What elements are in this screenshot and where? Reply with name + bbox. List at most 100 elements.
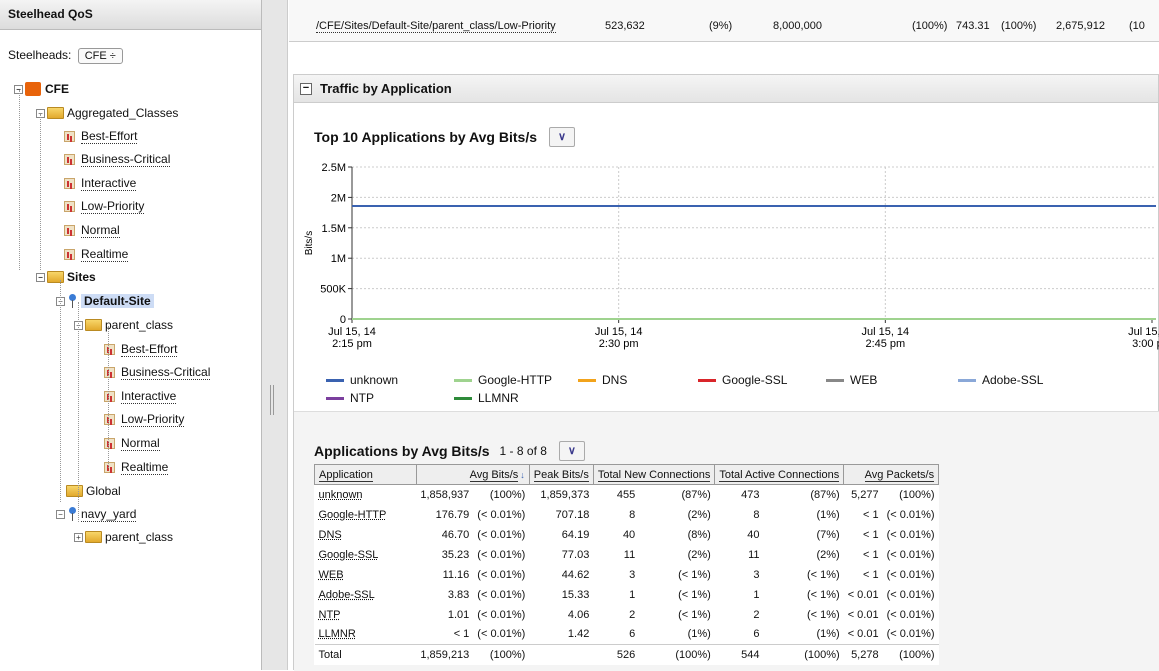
column-header[interactable]: Avg Bits/s ↓: [415, 464, 530, 485]
table-row: NTP 1.01 (< 0.01%) 4.06 2 (< 1%) 2 (< 1%) < 0.01…: [315, 605, 939, 625]
table-row: Google-SSL 35.23 (< 0.01%) 77.03 11 (2%) 11 (2%…: [315, 545, 939, 565]
app-name-link[interactable]: Adobe-SSL: [315, 585, 417, 605]
column-header-label: Avg Packets/s: [864, 468, 935, 482]
steelhead-dropdown[interactable]: CFE ÷: [77, 48, 123, 64]
total-cell: (100%): [763, 644, 844, 665]
total-cell: 5,278: [843, 644, 883, 665]
steelhead-selector: Steelheads: CFE ÷: [8, 48, 123, 64]
tree-leaf-interactive[interactable]: Interactive: [64, 174, 137, 192]
chart-title: Top 10 Applications by Avg Bits/s: [314, 129, 537, 145]
table-cell: 35.23: [441, 548, 470, 561]
summary-value: (10: [1129, 20, 1145, 32]
tree-node-global[interactable]: Global: [66, 482, 121, 500]
sort-down-icon[interactable]: ↓: [520, 470, 525, 480]
table-cell: 46.70: [441, 528, 470, 541]
expand-icon[interactable]: +: [74, 532, 83, 542]
tree-node-default-site[interactable]: − Default-Site: [56, 292, 154, 310]
tree-node-sites[interactable]: − Sites: [36, 268, 96, 286]
legend-item-llmnr[interactable]: LLMNR: [454, 391, 519, 405]
table-cell: 1.01: [447, 608, 470, 621]
class-icon: [104, 343, 115, 355]
app-name-link[interactable]: DNS: [315, 525, 417, 545]
legend-label: DNS: [602, 373, 628, 387]
column-header[interactable]: Peak Bits/s: [528, 464, 594, 485]
tree-leaf-site-interactive[interactable]: Interactive: [104, 387, 177, 405]
table-row: LLMNR < 1 (< 0.01%) 1.42 6 (1%) 6 (1%) < 0.01 (< …: [315, 625, 939, 645]
tree-leaf-normal[interactable]: Normal: [64, 221, 120, 239]
app-name-link[interactable]: NTP: [315, 605, 417, 625]
summary-value: 2,675,912: [1056, 20, 1105, 32]
total-cell: [529, 644, 594, 665]
table-cell: (7%): [816, 528, 840, 541]
table-cell: < 1: [862, 528, 879, 541]
collapse-icon[interactable]: −: [300, 82, 312, 95]
table-cell: 11: [748, 548, 760, 561]
tree-leaf-site-normal[interactable]: Normal: [104, 434, 160, 452]
legend-item-unknown[interactable]: unknown: [326, 373, 398, 387]
tree-leaf-best-effort[interactable]: Best-Effort: [64, 127, 138, 145]
table-cell: (< 0.01%): [886, 608, 935, 621]
summary-value: 743.31: [956, 20, 990, 32]
legend-item-ntp[interactable]: NTP: [326, 391, 374, 405]
app-name-link[interactable]: LLMNR: [315, 625, 417, 645]
table-cell: 15.33: [561, 588, 590, 601]
tree-node-parent-class[interactable]: − parent_class: [74, 316, 173, 334]
tree-leaf-realtime[interactable]: Realtime: [64, 245, 129, 263]
table-cell: (2%): [816, 548, 840, 561]
table-dropdown-button[interactable]: ∨: [558, 441, 585, 461]
class-icon: [64, 154, 75, 166]
table-cell: 2: [629, 608, 636, 621]
collapse-icon[interactable]: −: [56, 509, 65, 519]
tree-leaf-site-best-effort[interactable]: Best-Effort: [104, 340, 178, 358]
legend-item-dns[interactable]: DNS: [578, 373, 627, 387]
tree-leaf-site-realtime[interactable]: Realtime: [104, 458, 169, 476]
table-cell: (< 0.01%): [886, 548, 935, 561]
line-chart: 2.5M2M1.5M1M500K0Bits/sJul 15, 142:15 pm…: [304, 162, 1159, 350]
tree-leaf-low-priority[interactable]: Low-Priority: [64, 198, 145, 216]
app-name-link[interactable]: Google-HTTP: [315, 505, 417, 525]
table-cell: (100%): [489, 488, 526, 501]
legend-swatch: [826, 378, 844, 382]
legend-item-google-http[interactable]: Google-HTTP: [454, 373, 552, 387]
total-cell: (100%): [639, 644, 715, 665]
legend-item-adobe-ssl[interactable]: Adobe-SSL: [958, 373, 1043, 387]
tree-leaf-business-critical[interactable]: Business-Critical: [64, 151, 171, 169]
class-path-link[interactable]: /CFE/Sites/Default-Site/parent_class/Low…: [316, 20, 556, 33]
legend-item-web[interactable]: WEB: [826, 373, 877, 387]
app-name-link[interactable]: unknown: [315, 485, 417, 505]
tree-leaf-site-low-priority[interactable]: Low-Priority: [104, 411, 185, 429]
chart-dropdown-button[interactable]: ∨: [549, 127, 575, 147]
tree-node-navy-yard[interactable]: − navy_yard: [56, 505, 137, 523]
legend-label: Google-HTTP: [478, 373, 553, 387]
table-cell: (< 1%): [678, 588, 711, 601]
tree-node-aggregated-classes[interactable]: − Aggregated_Classes: [36, 104, 178, 122]
tree-leaf-site-business-critical[interactable]: Business-Critical: [104, 364, 211, 382]
table-cell: (< 0.01%): [886, 588, 935, 601]
total-cell: 544: [714, 644, 764, 665]
x-tick-label: 3:00 pm: [1132, 338, 1159, 350]
y-tick-label: 1.5M: [322, 223, 346, 235]
legend-label: LLMNR: [478, 391, 519, 405]
collapse-icon[interactable]: −: [36, 272, 45, 282]
y-tick-label: 0: [340, 314, 346, 326]
tree-node-cfe[interactable]: − CFE: [14, 80, 69, 98]
table-cell: (< 0.01%): [886, 628, 935, 641]
app-name-link[interactable]: Google-SSL: [315, 545, 417, 565]
legend-item-google-ssl[interactable]: Google-SSL: [698, 373, 787, 387]
splitter[interactable]: [262, 0, 288, 670]
x-tick-label: Jul 15, 14: [861, 326, 909, 338]
column-header[interactable]: Total Active Connections: [714, 464, 845, 485]
column-header[interactable]: Total New Connections: [592, 464, 716, 485]
class-icon: [104, 390, 115, 402]
tree-label: Business-Critical: [121, 365, 211, 381]
tree-node-navy-parent-class[interactable]: + parent_class: [74, 528, 173, 546]
summary-value: (100%): [912, 20, 948, 32]
splitter-grip-icon[interactable]: [270, 385, 274, 415]
table-title-row: Applications by Avg Bits/s 1 - 8 of 8 ∨: [314, 441, 585, 461]
column-header[interactable]: Application: [314, 464, 417, 485]
table-cell: 455: [616, 488, 636, 501]
folder-icon: [47, 271, 64, 283]
pager-text: 1 - 8 of 8: [499, 444, 547, 458]
app-name-link[interactable]: WEB: [315, 565, 417, 585]
column-header[interactable]: Avg Packets/s: [843, 464, 940, 485]
